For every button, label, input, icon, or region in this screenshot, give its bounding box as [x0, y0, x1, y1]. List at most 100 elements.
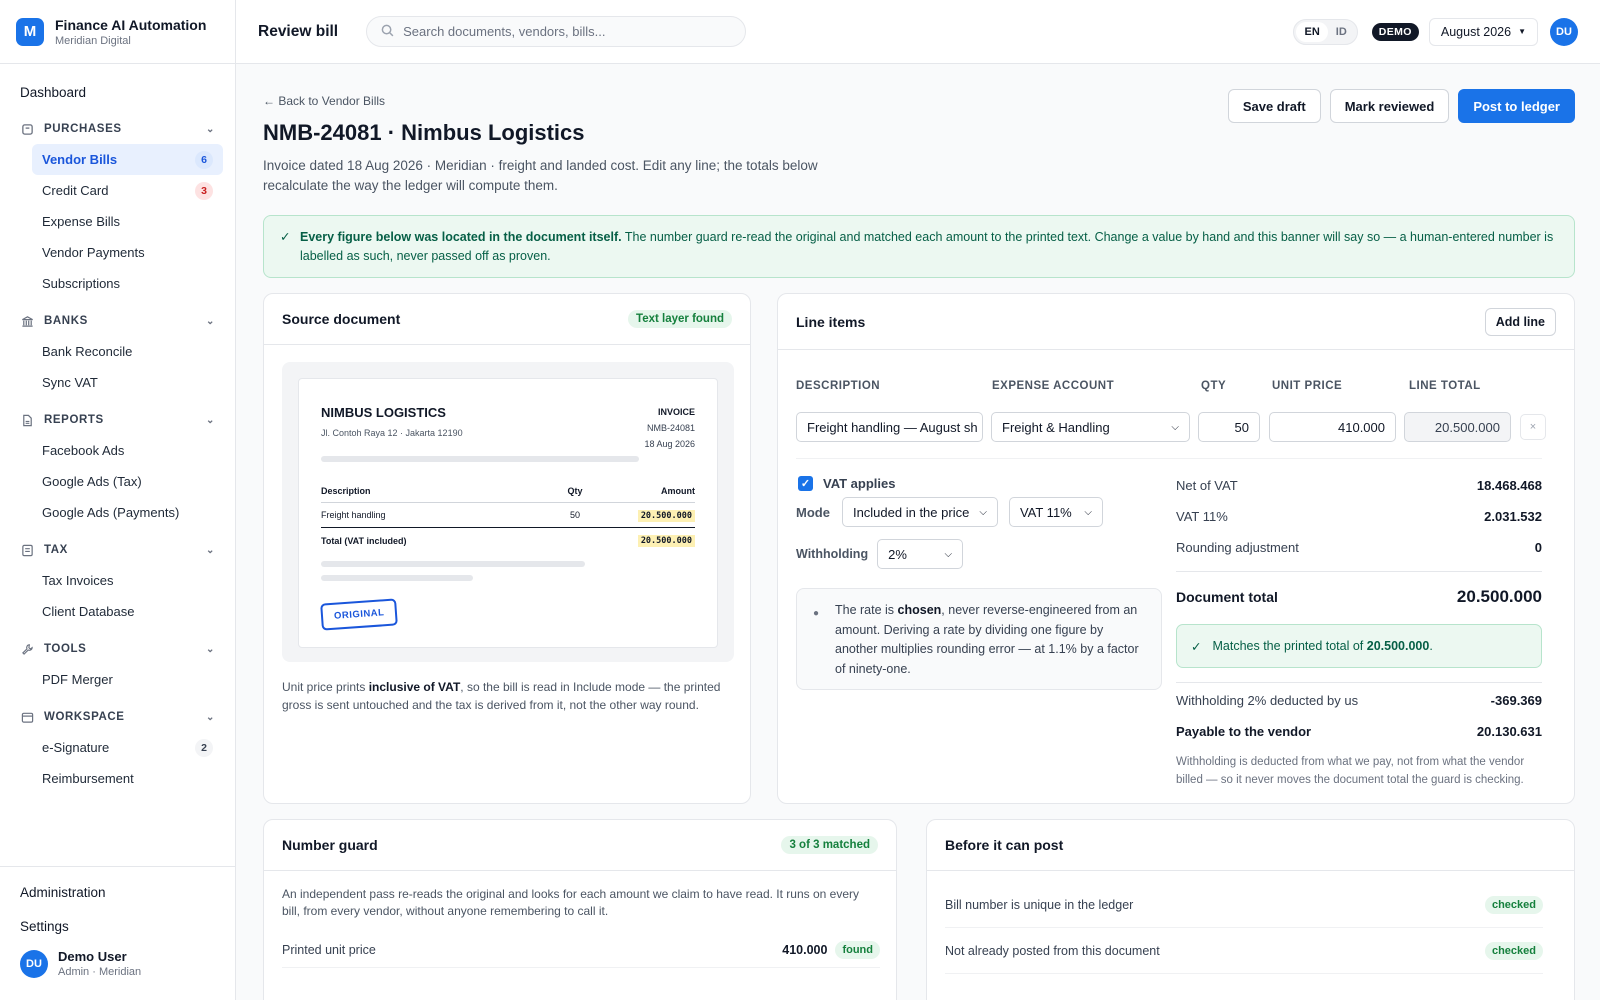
chevron-down-icon: ⌵ — [944, 548, 953, 560]
expense-account-value: Freight & Handling — [1002, 419, 1110, 435]
divider — [1176, 571, 1542, 572]
sidebar-item-e-signature[interactable]: e-Signature 2 — [32, 732, 223, 763]
page-title: NMB-24081 · Nimbus Logistics — [263, 120, 585, 145]
section-header-banks[interactable]: BANKS ⌄ — [12, 310, 223, 332]
col-line-total: LINE TOTAL — [1409, 380, 1481, 392]
status-badge: checked — [1484, 895, 1543, 914]
totals-panel: Net of VAT 18.468.468 VAT 11% 2.031.532 Ro… — [1176, 470, 1542, 789]
sidebar-item-credit-card[interactable]: Credit Card 3 — [32, 175, 223, 206]
payable-row: Payable to the vendor 20.130.631 — [1176, 716, 1542, 747]
remove-line-button[interactable]: × — [1520, 414, 1546, 440]
sidebar-item-dashboard[interactable]: Dashboard — [12, 82, 223, 104]
lang-en-button[interactable]: EN — [1296, 21, 1328, 42]
section-title: WORKSPACE — [44, 711, 125, 723]
check-row: Bill number is unique in the ledger chec… — [945, 882, 1543, 928]
sidebar-item-label: Credit Card — [42, 183, 109, 198]
sidebar-item-settings[interactable]: Settings — [12, 915, 223, 939]
vat-applies-label: VAT applies — [823, 476, 896, 491]
sidebar-item-pdf-merger[interactable]: PDF Merger — [32, 664, 223, 695]
nav-section-workspace: WORKSPACE ⌄ e-Signature 2 Reimbursement — [12, 706, 223, 794]
doc-text-placeholder — [321, 575, 473, 581]
user-name: Demo User — [58, 949, 127, 964]
sidebar-item-tax-invoices[interactable]: Tax Invoices — [32, 565, 223, 596]
qty-input[interactable]: 50 — [1198, 412, 1260, 442]
search-input[interactable]: Search documents, vendors, bills... — [366, 16, 747, 47]
withholding-value: 2% — [888, 546, 907, 562]
mark-reviewed-button[interactable]: Mark reviewed — [1329, 89, 1450, 123]
language-switch: EN ID — [1293, 18, 1358, 45]
info-icon: ● — [813, 608, 820, 619]
top-bar: Review bill Search documents, vendors, b… — [236, 0, 1600, 64]
sidebar-item-label: PDF Merger — [42, 672, 113, 687]
card-title: Before it can post — [945, 837, 1064, 853]
doc-col-amount: Amount — [661, 485, 695, 496]
sidebar-footer: Administration Settings DU Demo User Adm… — [0, 866, 235, 1000]
post-to-ledger-button[interactable]: Post to ledger — [1458, 89, 1575, 123]
doc-total-label: Total (VAT included) — [321, 535, 407, 546]
period-select[interactable]: August 2026 ▼ — [1428, 17, 1538, 46]
sidebar-item-sync-vat[interactable]: Sync VAT — [32, 367, 223, 398]
section-header-tools[interactable]: TOOLS ⌄ — [12, 638, 223, 660]
doc-invoice-date: 18 Aug 2026 — [644, 439, 695, 449]
sidebar-item-client-database[interactable]: Client Database — [32, 596, 223, 627]
header-avatar[interactable]: DU — [1550, 17, 1578, 46]
workspace-icon — [20, 710, 34, 724]
sidebar-item-bank-reconcile[interactable]: Bank Reconcile — [32, 336, 223, 367]
add-line-button[interactable]: Add line — [1484, 307, 1556, 336]
section-header-workspace[interactable]: WORKSPACE ⌄ — [12, 706, 223, 728]
sidebar-item-label: Client Database — [42, 604, 135, 619]
check-row-label: Not already posted from this document — [945, 943, 1160, 958]
sidebar-item-vendor-bills[interactable]: Vendor Bills 6 — [32, 144, 223, 175]
rounding-row: Rounding adjustment 0 — [1176, 532, 1542, 563]
section-header-reports[interactable]: REPORTS ⌄ — [12, 409, 223, 431]
section-header-purchases[interactable]: PURCHASES ⌄ — [12, 118, 223, 140]
sidebar-item-label: Google Ads (Tax) — [42, 474, 142, 489]
back-link[interactable]: ← Back to Vendor Bills — [263, 94, 385, 108]
col-description: DESCRIPTION — [796, 380, 881, 392]
sidebar-item-expense-bills[interactable]: Expense Bills — [32, 206, 223, 237]
search-placeholder: Search documents, vendors, bills... — [403, 24, 606, 39]
number-guard-intro: An independent pass re-reads the origina… — [282, 887, 860, 918]
vat-applies-checkbox[interactable]: ✓ VAT applies — [798, 476, 895, 491]
user-profile[interactable]: DU Demo User Admin · Meridian — [12, 949, 223, 978]
sidebar-item-subscriptions[interactable]: Subscriptions — [32, 268, 223, 299]
doc-invoice-meta: INVOICE NMB-24081 18 Aug 2026 — [644, 404, 695, 452]
nav-section-reports: REPORTS ⌄ Facebook Ads Google Ads (Tax) Goog… — [12, 409, 223, 528]
doc-row-qty: 50 — [569, 510, 580, 520]
caret-down-icon: ▼ — [1518, 27, 1526, 36]
source-document-card: Source document Text layer found NIMBUS … — [263, 293, 751, 804]
description-input[interactable]: Freight handling — August sh — [796, 412, 983, 442]
chevron-down-icon: ⌵ — [1084, 506, 1092, 518]
save-draft-button[interactable]: Save draft — [1227, 89, 1321, 123]
withholding-total-row: Withholding 2% deducted by us -369.369 — [1176, 685, 1542, 716]
sidebar-item-facebook-ads[interactable]: Facebook Ads — [32, 435, 223, 466]
match-amount: 20.500.000 — [1366, 639, 1430, 653]
section-header-tax[interactable]: TAX ⌄ — [12, 539, 223, 561]
period-label: August 2026 — [1440, 24, 1512, 39]
lang-id-button[interactable]: ID — [1328, 22, 1355, 42]
sidebar-item-label: Facebook Ads — [42, 443, 125, 458]
expense-account-select[interactable]: Freight & Handling ⌵ — [991, 412, 1190, 442]
brand-name: Finance AI Automation — [55, 16, 207, 33]
document-page: NIMBUS LOGISTICS Jl. Contoh Raya 12 · Ja… — [298, 378, 718, 648]
sidebar-item-google-ads-tax[interactable]: Google Ads (Tax) — [32, 466, 223, 497]
doc-row-description: Freight handling — [321, 510, 386, 520]
sidebar-item-reimbursement[interactable]: Reimbursement — [32, 763, 223, 794]
vat-rate-select[interactable]: VAT 11% ⌵ — [1008, 497, 1103, 527]
unit-price-input[interactable]: 410.000 — [1269, 412, 1396, 442]
chevron-down-icon: ⌵ — [979, 506, 987, 518]
document-total-row: Document total 20.500.000 — [1176, 580, 1542, 614]
sidebar-item-label: Bank Reconcile — [42, 344, 133, 359]
chevron-down-icon: ⌵ — [1171, 421, 1179, 433]
sidebar-item-google-ads-payments[interactable]: Google Ads (Payments) — [32, 497, 223, 528]
count-badge: 2 — [195, 738, 213, 757]
sidebar-item-administration[interactable]: Administration — [12, 881, 223, 905]
guard-row: Printed unit price 410.000 found — [282, 932, 880, 968]
line-items-card: Line items Add line DESCRIPTION EXPENSE … — [777, 293, 1575, 804]
withholding-select[interactable]: 2% ⌵ — [877, 539, 964, 569]
sidebar-item-label: Expense Bills — [42, 214, 121, 229]
sidebar-item-label: Subscriptions — [42, 276, 121, 291]
sidebar-item-vendor-payments[interactable]: Vendor Payments — [32, 237, 223, 268]
vat-mode-select[interactable]: Included in the price ⌵ — [841, 497, 998, 527]
match-text: . — [1429, 639, 1433, 653]
